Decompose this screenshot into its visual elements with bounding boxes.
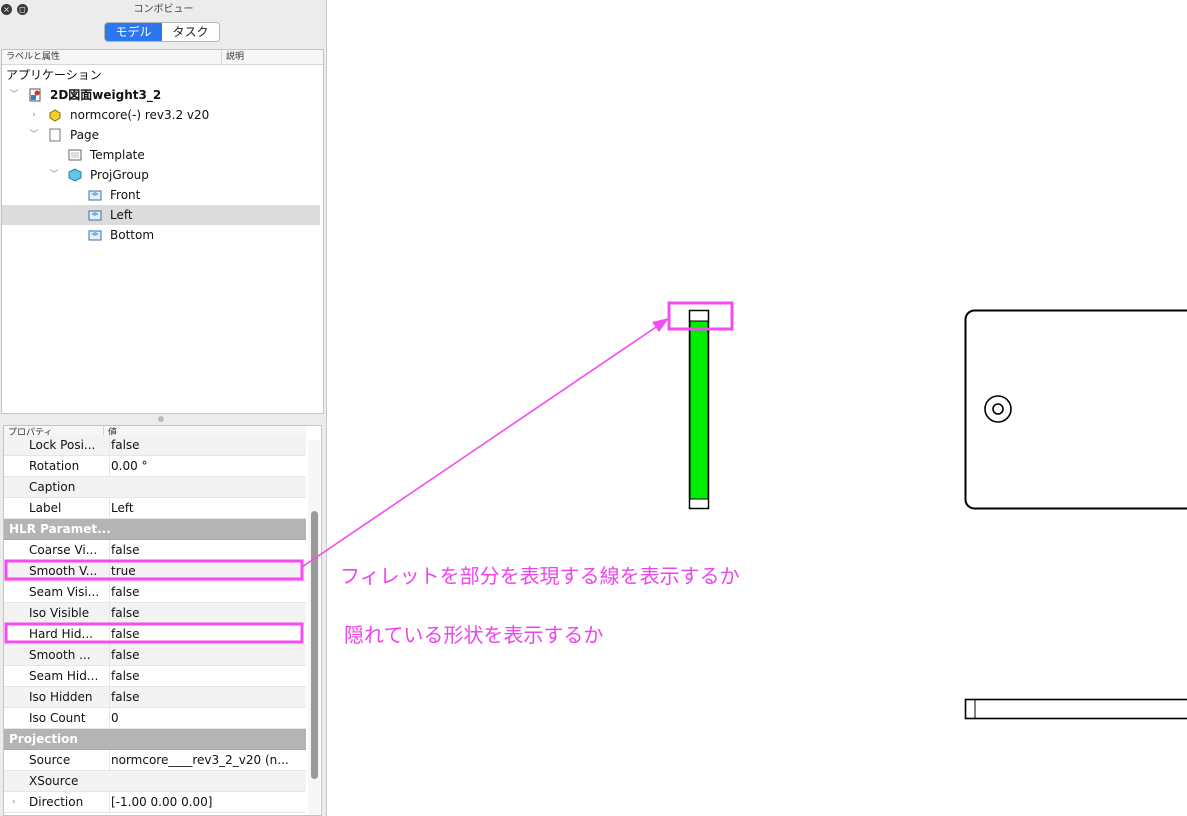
callout-hard-hidden: 隠れている形状を表示するか [344,623,604,647]
highlight-box-hard-hidden [4,622,304,644]
drawing-canvas[interactable] [0,0,1187,816]
callout-arrow-line [301,322,663,568]
front-view-outline[interactable] [964,309,1187,510]
front-view-hole-outer [984,395,1012,423]
left-view-body[interactable] [689,320,709,500]
front-view-hole-inner [992,403,1004,415]
callout-arrowhead [652,318,669,332]
highlight-box-smooth-visible [4,559,304,581]
callout-smooth-visible: フィレットを部分を表現する線を表示するか [340,564,740,588]
bottom-view-outline[interactable] [964,698,1187,720]
